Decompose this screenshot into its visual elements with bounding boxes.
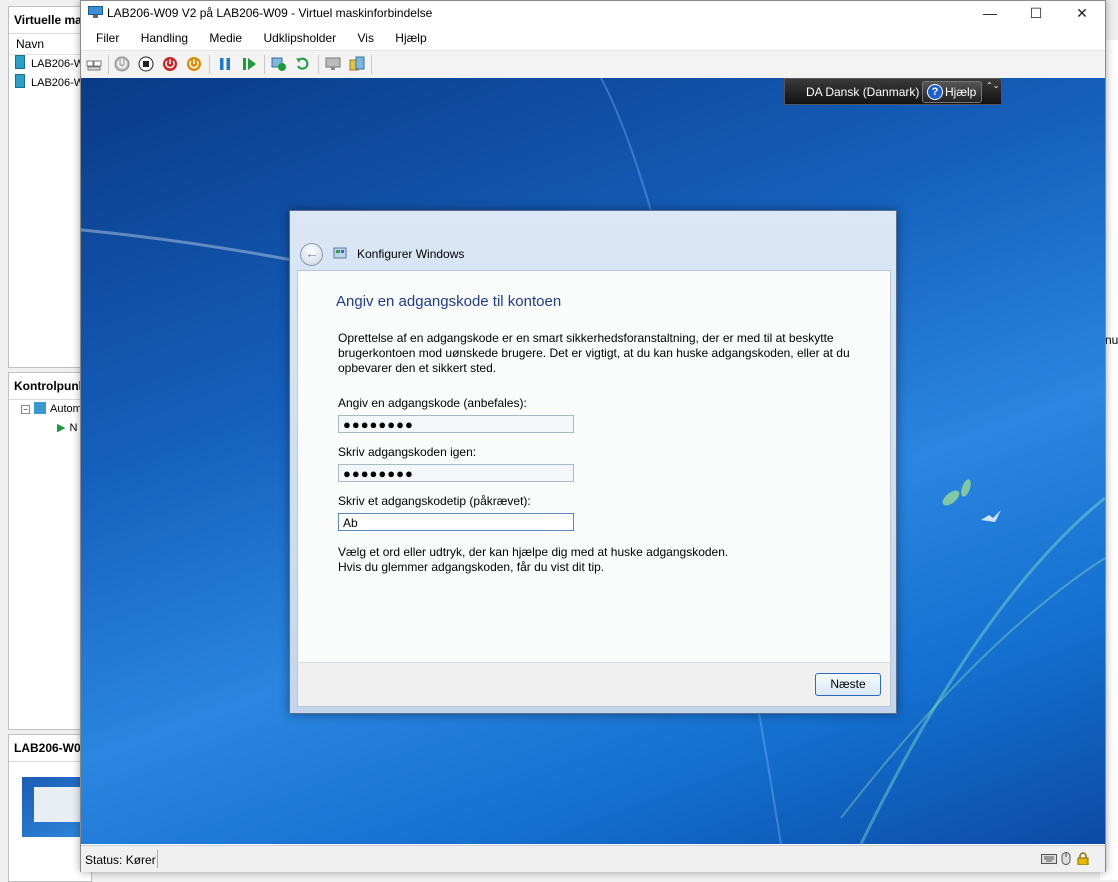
password-label: Angiv en adgangskode (anbefales): [338,396,527,410]
back-button[interactable]: ← [300,243,323,266]
password-hint-input[interactable]: Ab [338,513,574,531]
toolbar-separator [318,55,319,74]
dialog-header: ← Konfigurer Windows [297,237,889,271]
pause-icon[interactable] [217,56,233,72]
window-title: LAB206-W09 V2 på LAB206-W09 - Virtuel ma… [107,6,433,20]
help-button-label: Hjælp [945,85,977,99]
windows-setup-icon [333,247,347,259]
checkpoint-item[interactable]: − Autom [9,400,91,419]
confirm-password-label: Skriv adgangskoden igen: [338,445,477,459]
confirm-password-input[interactable]: ●●●●●●●● [338,464,574,482]
vm-connection-icon [88,6,103,18]
menu-view[interactable]: Vis [348,25,382,51]
help-icon: ? [927,84,943,100]
enhanced-session-icon[interactable] [349,56,365,72]
toolbar-separator [108,55,109,74]
resume-icon[interactable] [241,56,257,72]
checkpoints-panel-header: Kontrolpunk [9,373,91,400]
vm-icon [15,55,25,69]
vm-icon [15,74,25,88]
close-button[interactable]: ✕ [1059,1,1105,25]
setup-dialog: ← Konfigurer Windows Angiv en adgangskod… [289,210,897,714]
power-icon[interactable] [114,56,130,72]
dialog-footer: Næste [297,662,891,707]
toolbar-separator [264,55,265,74]
menu-action[interactable]: Handling [132,25,197,51]
language-bar: DA Dansk (Danmark) ? Hjælp ⌃⌄ [784,78,1002,105]
toolbar [81,50,1105,79]
checkpoint-icon[interactable] [271,56,287,72]
keyboard-icon [1041,854,1057,864]
name-column-header[interactable]: Navn [9,34,91,55]
ctrl-alt-del-icon[interactable] [86,56,102,72]
checkpoint-item[interactable]: ▶ N [9,419,91,438]
shutdown-icon[interactable] [162,56,178,72]
next-button[interactable]: Næste [815,673,881,696]
save-state-icon[interactable] [186,56,202,72]
password-hint-label: Skriv et adgangskodetip (påkrævet): [338,494,531,508]
minimize-button[interactable]: — [967,1,1013,25]
expand-icon[interactable]: − [21,405,30,414]
password-input[interactable]: ●●●●●●●● [338,415,574,433]
toolbar-separator [371,55,372,74]
now-arrow-icon: ▶ [57,422,66,434]
vm-row[interactable]: LAB206-W [9,55,91,74]
details-panel-header: LAB206-W0 [9,735,91,762]
hint-help-text: Vælg et ord eller udtryk, der kan hjælpe… [338,545,729,574]
revert-icon[interactable] [295,56,311,72]
language-indicator[interactable]: DA Dansk (Danmark) [806,85,919,99]
menu-media[interactable]: Medie [200,25,251,51]
dialog-body: Angiv en adgangskode til kontoen Oprette… [297,270,891,664]
basic-session-icon[interactable] [325,56,341,72]
vm-screen[interactable]: DA Dansk (Danmark) ? Hjælp ⌃⌄ ← Konfigur… [81,78,1105,844]
vm-panel-header: Virtuelle ma [9,7,91,34]
toolbar-separator [209,55,210,74]
status-text: Status: Kører [85,853,156,867]
page-heading: Angiv en adgangskode til kontoen [336,293,562,310]
stop-icon[interactable] [138,56,154,72]
dialog-title: Konfigurer Windows [357,247,465,261]
status-separator [157,850,158,868]
language-bar-options-icon[interactable]: ⌃⌄ [986,80,999,102]
vm-connection-window: LAB206-W09 V2 på LAB206-W09 - Virtuel ma… [80,0,1106,872]
maximize-button[interactable]: ☐ [1013,1,1059,25]
menu-help[interactable]: Hjælp [386,25,435,51]
checkpoint-icon [34,402,46,414]
menu-clipboard[interactable]: Udklipsholder [254,25,345,51]
actions-panel-text: nu. [1105,333,1118,347]
title-bar[interactable]: LAB206-W09 V2 på LAB206-W09 - Virtuel ma… [81,1,1105,25]
menu-file[interactable]: Filer [87,25,128,51]
description-text: Oprettelse af en adgangskode er en smart… [338,331,850,375]
back-arrow-icon: ← [305,245,319,261]
help-button[interactable]: ? Hjælp [922,81,982,103]
lock-icon [1077,852,1089,865]
status-bar: Status: Kører [81,845,1105,872]
mouse-icon [1061,852,1071,865]
menu-bar: Filer Handling Medie Udklipsholder Vis H… [81,25,1105,50]
vm-row[interactable]: LAB206-W [9,74,91,93]
